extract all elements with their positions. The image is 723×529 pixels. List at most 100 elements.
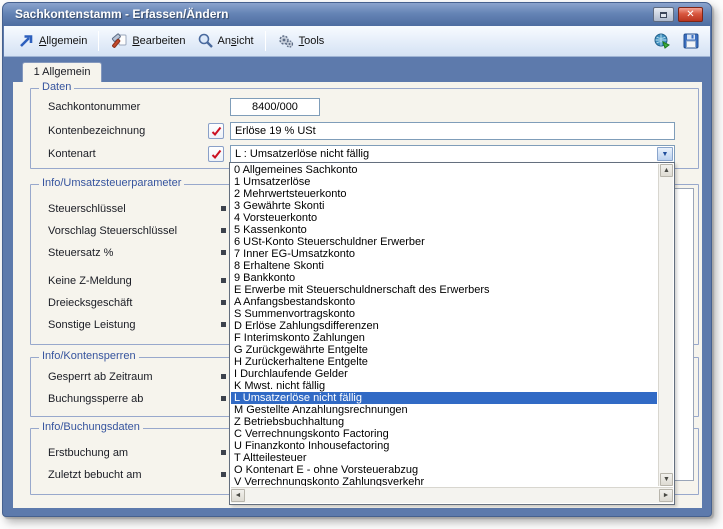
menu-allgemein[interactable]: Allgemein (12, 29, 92, 53)
kontenbezeichnung-check-button[interactable] (208, 123, 224, 139)
info-row-label: Dreiecksgeschäft (48, 297, 132, 309)
dropdown-option[interactable]: L Umsatzerlöse nicht fällig (231, 392, 657, 404)
kontenart-label: Kontenart (48, 148, 96, 160)
dropdown-option[interactable]: U Finanzkonto Inhousefactoring (231, 440, 657, 452)
dropdown-option[interactable]: M Gestellte Anzahlungsrechnungen (231, 404, 657, 416)
dropdown-option[interactable]: Z Betriebsbuchhaltung (231, 416, 657, 428)
scroll-down-icon[interactable]: ▼ (660, 473, 673, 486)
dropdown-option[interactable]: 9 Bankkonto (231, 272, 657, 284)
dropdown-horizontal-scrollbar[interactable]: ◄ ► (231, 487, 673, 503)
info-row: Buchungssperre ab (48, 388, 258, 410)
dropdown-option[interactable]: H Zurückerhaltene Entgelte (231, 356, 657, 368)
info-row-label: Gesperrt ab Zeitraum (48, 371, 153, 383)
restore-button[interactable] (653, 7, 674, 22)
kontenart-dropdown-panel: 0 Allgemeines Sachkonto1 Umsatzerlöse2 M… (229, 162, 675, 505)
square-marker (221, 450, 226, 455)
square-marker (221, 228, 226, 233)
scroll-right-icon[interactable]: ► (659, 489, 673, 502)
square-marker (221, 250, 226, 255)
square-marker (221, 374, 226, 379)
square-marker (221, 206, 226, 211)
title-bar: Sachkontenstamm - Erfassen/Ändern (3, 3, 711, 26)
dropdown-option[interactable]: 8 Erhaltene Skonti (231, 260, 657, 272)
kontenbezeichnung-input[interactable]: Erlöse 19 % USt (230, 122, 675, 140)
square-marker (221, 300, 226, 305)
dropdown-option[interactable]: V Verrechnungskonto Zahlungsverkehr (231, 476, 657, 486)
sachkontonummer-input[interactable]: 8400/000 (230, 98, 320, 116)
dropdown-option[interactable]: T Altteilesteuer (231, 452, 657, 464)
info-row-label: Zuletzt bebucht am (48, 469, 142, 481)
window-controls: ✕ (653, 7, 703, 22)
kontenart-combobox[interactable]: L : Umsatzerlöse nicht fällig ▼ (230, 145, 675, 163)
dropdown-vertical-scrollbar[interactable]: ▲ ▼ (658, 164, 673, 486)
menu-bearbeiten[interactable]: Bearbeiten (105, 29, 190, 53)
globe-download-icon[interactable] (653, 32, 671, 50)
chevron-down-icon: ▼ (662, 151, 669, 158)
dropdown-option[interactable]: 0 Allgemeines Sachkonto (231, 164, 657, 176)
hammer-icon (110, 32, 128, 50)
dropdown-option[interactable]: G Zurückgewährte Entgelte (231, 344, 657, 356)
scroll-left-icon[interactable]: ◄ (231, 489, 245, 502)
app-window: Sachkontenstamm - Erfassen/Ändern ✕ Allg… (2, 2, 712, 517)
dropdown-option[interactable]: 4 Vorsteuerkonto (231, 212, 657, 224)
info-row-label: Sonstige Leistung (48, 319, 135, 331)
info-row-label: Steuerschlüssel (48, 203, 126, 215)
info-row: Dreiecksgeschäft (48, 292, 258, 314)
group-daten-title: Daten (39, 81, 74, 93)
magnifier-icon (196, 32, 214, 50)
save-icon[interactable] (682, 32, 700, 50)
gears-icon (277, 32, 295, 50)
dropdown-option[interactable]: S Summenvortragskonto (231, 308, 657, 320)
tab-allgemein[interactable]: 1 Allgemein (22, 62, 102, 82)
group-daten: Daten Sachkontonummer 8400/000 Kontenbez… (30, 88, 699, 169)
dropdown-option[interactable]: 3 Gewährte Skonti (231, 200, 657, 212)
menu-ansicht[interactable]: Ansicht (191, 29, 259, 53)
content-area: Daten Sachkontonummer 8400/000 Kontenbez… (13, 82, 702, 508)
dropdown-option[interactable]: 7 Inner EG-Umsatzkonto (231, 248, 657, 260)
sachkontonummer-label: Sachkontonummer (48, 101, 140, 113)
info-row-label: Vorschlag Steuerschlüssel (48, 225, 177, 237)
kontenbezeichnung-label: Kontenbezeichnung (48, 125, 145, 137)
info-row-label: Buchungssperre ab (48, 393, 143, 405)
info-row-label: Steuersatz % (48, 247, 113, 259)
square-marker (221, 278, 226, 283)
scroll-up-icon[interactable]: ▲ (660, 164, 673, 177)
dropdown-option[interactable]: A Anfangsbestandskonto (231, 296, 657, 308)
info-row: Keine Z-Meldung (48, 270, 258, 292)
dropdown-option[interactable]: 1 Umsatzerlöse (231, 176, 657, 188)
dropdown-option[interactable]: K Mwst. nicht fällig (231, 380, 657, 392)
info-row: Zuletzt bebucht am (48, 464, 258, 486)
dropdown-option[interactable]: C Verrechnungskonto Factoring (231, 428, 657, 440)
arrow-up-right-icon (17, 32, 35, 50)
info-row: Gesperrt ab Zeitraum (48, 366, 258, 388)
toolbar-separator (98, 31, 99, 51)
dropdown-option[interactable]: E Erwerbe mit Steuerschuldnerschaft des … (231, 284, 657, 296)
info-row: Steuersatz % (48, 242, 258, 264)
menu-tools[interactable]: Tools (272, 29, 330, 53)
dropdown-option[interactable]: O Kontenart E - ohne Vorsteuerabzug (231, 464, 657, 476)
toolbar-right-icons (653, 32, 700, 50)
dropdown-option[interactable]: 2 Mehrwertsteuerkonto (231, 188, 657, 200)
close-icon: ✕ (686, 9, 694, 20)
info-row-label: Keine Z-Meldung (48, 275, 132, 287)
combo-dropdown-button[interactable]: ▼ (657, 147, 673, 161)
dropdown-option[interactable]: 5 Kassenkonto (231, 224, 657, 236)
square-marker (221, 472, 226, 477)
restore-icon (660, 12, 667, 18)
kontenart-check-button[interactable] (208, 146, 224, 162)
close-button[interactable]: ✕ (678, 7, 703, 22)
info-row-label: Erstbuchung am (48, 447, 128, 459)
dropdown-option[interactable]: D Erlöse Zahlungsdifferenzen (231, 320, 657, 332)
info-row: Sonstige Leistung (48, 314, 258, 336)
toolbar-separator (265, 31, 266, 51)
window-title: Sachkontenstamm - Erfassen/Ändern (15, 7, 228, 21)
dropdown-option[interactable]: I Durchlaufende Gelder (231, 368, 657, 380)
dropdown-option[interactable]: 6 USt-Konto Steuerschuldner Erwerber (231, 236, 657, 248)
red-check-icon (211, 149, 222, 160)
info-row: Vorschlag Steuerschlüssel (48, 220, 258, 242)
dropdown-option[interactable]: F Interimskonto Zahlungen (231, 332, 657, 344)
kontenart-options: 0 Allgemeines Sachkonto1 Umsatzerlöse2 M… (231, 164, 657, 486)
info-row: Steuerschlüssel (48, 198, 258, 220)
square-marker (221, 396, 226, 401)
toolbar: Allgemein Bearbeiten Ansicht (4, 26, 710, 57)
